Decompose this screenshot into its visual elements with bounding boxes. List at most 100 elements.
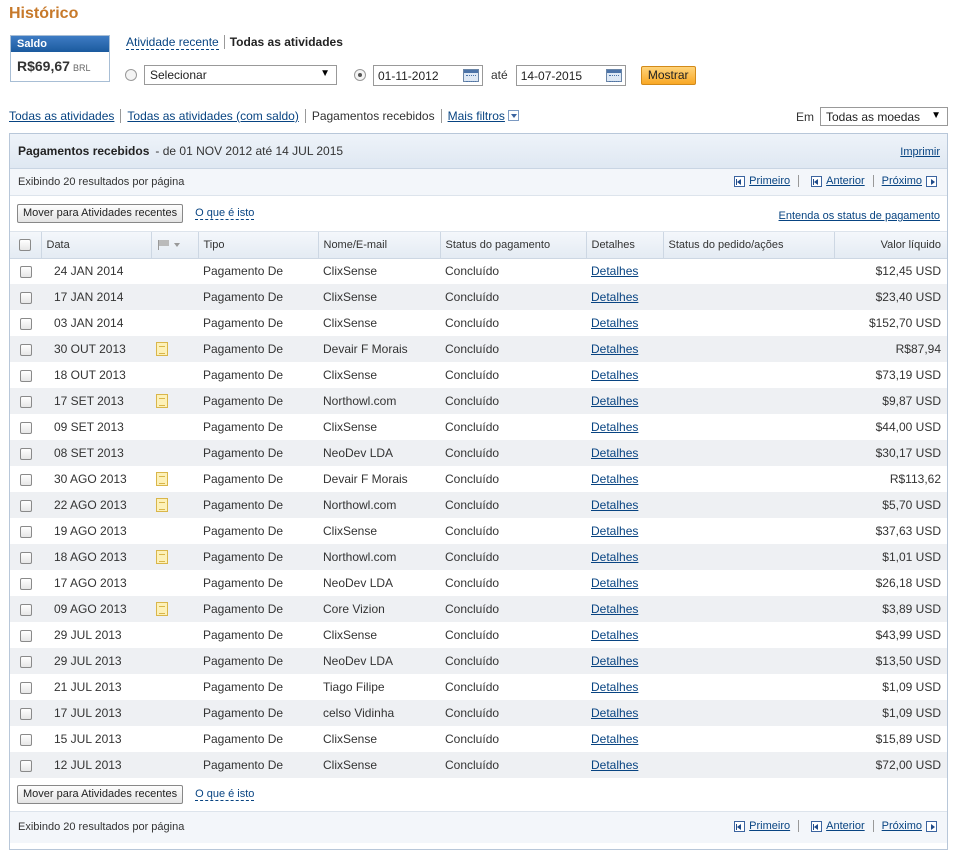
row-note-cell <box>151 258 198 284</box>
row-details-link[interactable]: Detalhes <box>591 550 638 564</box>
calendar-icon[interactable] <box>463 68 479 82</box>
row-checkbox[interactable] <box>19 473 32 486</box>
note-icon[interactable] <box>156 550 168 565</box>
row-details-link[interactable]: Detalhes <box>591 290 638 304</box>
row-checkbox[interactable] <box>19 291 32 304</box>
row-date: 09 AGO 2013 <box>54 602 127 616</box>
row-details-link[interactable]: Detalhes <box>591 472 638 486</box>
col-type[interactable]: Tipo <box>198 232 319 259</box>
row-checkbox[interactable] <box>19 317 32 330</box>
prev-page-link[interactable]: Anterior <box>826 175 865 187</box>
what-is-this-link[interactable]: O que é isto <box>195 788 255 801</box>
row-details-link[interactable]: Detalhes <box>591 394 638 408</box>
row-checkbox[interactable] <box>19 499 32 512</box>
row-net-value: $12,45 USD <box>875 264 941 279</box>
row-order-status <box>663 284 834 310</box>
note-icon[interactable] <box>156 602 168 617</box>
row-checkbox[interactable] <box>19 629 32 642</box>
row-details-link[interactable]: Detalhes <box>591 342 638 356</box>
payment-status-help-link[interactable]: Entenda os status de pagamento <box>779 210 940 222</box>
row-details-link[interactable]: Detalhes <box>591 680 638 694</box>
pager-separator <box>872 820 874 832</box>
row-details-link[interactable]: Detalhes <box>591 368 638 382</box>
period-select[interactable]: Selecionar ▼ <box>144 65 337 85</box>
actions-bar-bottom: Mover para Atividades recentes O que é i… <box>10 778 947 812</box>
row-details-link[interactable]: Detalhes <box>591 446 638 460</box>
col-date[interactable]: Data <box>41 232 152 259</box>
note-icon[interactable] <box>156 342 168 357</box>
first-page-link[interactable]: Primeiro <box>749 175 790 187</box>
row-checkbox[interactable] <box>19 266 32 279</box>
select-radio[interactable] <box>125 69 137 81</box>
row-details-link[interactable]: Detalhes <box>591 758 638 772</box>
show-button[interactable]: Mostrar <box>640 65 696 85</box>
select-all-checkbox[interactable] <box>19 238 32 251</box>
row-date: 18 AGO 2013 <box>54 550 127 564</box>
prev-page-icon[interactable] <box>811 820 823 832</box>
first-page-icon[interactable] <box>734 175 746 187</box>
row-net-value: $23,40 USD <box>875 290 941 304</box>
col-flag[interactable] <box>151 232 199 259</box>
row-checkbox[interactable] <box>19 421 32 434</box>
prev-page-icon[interactable] <box>811 175 823 187</box>
row-checkbox[interactable] <box>19 343 32 356</box>
date-from-input[interactable]: 01-11-2012 <box>373 64 483 86</box>
row-checkbox[interactable] <box>19 447 32 460</box>
panel-title: Pagamentos recebidos <box>18 144 150 158</box>
table-row: 17 AGO 2013 Pagamento De NeoDev LDA Concluí… <box>10 570 947 596</box>
next-page-link[interactable]: Próximo <box>882 175 922 187</box>
next-page-icon[interactable] <box>926 820 937 832</box>
first-page-icon[interactable] <box>734 820 746 832</box>
row-details-link[interactable]: Detalhes <box>591 316 638 330</box>
results-count: Exibindo 20 resultados por página <box>18 176 185 188</box>
row-checkbox[interactable] <box>19 395 32 408</box>
date-range-radio[interactable] <box>354 69 366 81</box>
col-payment-status[interactable]: Status do pagamento <box>440 232 587 259</box>
row-details-link[interactable]: Detalhes <box>591 628 638 642</box>
row-details-link[interactable]: Detalhes <box>591 420 638 434</box>
row-net-value: $43,99 USD <box>875 628 941 642</box>
col-net-value[interactable]: Valor líquido <box>834 232 947 259</box>
row-checkbox[interactable] <box>19 577 32 590</box>
note-icon[interactable] <box>156 394 168 409</box>
prev-page-link[interactable]: Anterior <box>826 820 865 832</box>
row-net-value: $152,70 USD <box>868 316 941 330</box>
row-checkbox[interactable] <box>19 603 32 616</box>
row-checkbox[interactable] <box>19 525 32 538</box>
filter-all-link[interactable]: Todas as atividades <box>9 109 114 123</box>
print-link[interactable]: Imprimir <box>900 146 940 158</box>
row-details-link[interactable]: Detalhes <box>591 654 638 668</box>
row-details-link[interactable]: Detalhes <box>591 524 638 538</box>
next-page-link[interactable]: Próximo <box>882 820 922 832</box>
row-details-link[interactable]: Detalhes <box>591 706 638 720</box>
row-details-link[interactable]: Detalhes <box>591 576 638 590</box>
currency-select[interactable]: Todas as moedas ▼ <box>820 107 948 126</box>
col-name[interactable]: Nome/E-mail <box>318 232 441 259</box>
row-checkbox[interactable] <box>19 369 32 382</box>
date-to-input[interactable]: 14-07-2015 <box>515 64 626 86</box>
row-checkbox[interactable] <box>19 707 32 720</box>
row-checkbox[interactable] <box>19 655 32 668</box>
recent-activity-link[interactable]: Atividade recente <box>126 35 219 50</box>
move-to-recent-button[interactable]: Mover para Atividades recentes <box>17 785 184 804</box>
more-filters-link[interactable]: Mais filtros <box>448 109 505 123</box>
row-checkbox[interactable] <box>19 681 32 694</box>
dropdown-arrow-icon[interactable] <box>507 110 519 121</box>
row-details-link[interactable]: Detalhes <box>591 264 638 278</box>
row-checkbox[interactable] <box>19 551 32 564</box>
row-details-link[interactable]: Detalhes <box>591 602 638 616</box>
row-details-link[interactable]: Detalhes <box>591 498 638 512</box>
what-is-this-link[interactable]: O que é isto <box>195 207 255 220</box>
row-details-cell: Detalhes <box>586 596 663 622</box>
row-checkbox[interactable] <box>19 733 32 746</box>
move-to-recent-button[interactable]: Mover para Atividades recentes <box>17 204 184 223</box>
row-details-link[interactable]: Detalhes <box>591 732 638 746</box>
note-icon[interactable] <box>156 472 168 487</box>
row-checkbox[interactable] <box>19 759 32 772</box>
first-page-link[interactable]: Primeiro <box>749 820 790 832</box>
row-date: 30 AGO 2013 <box>54 472 127 486</box>
calendar-icon[interactable] <box>605 68 622 82</box>
note-icon[interactable] <box>156 498 168 513</box>
filter-all-balance-link[interactable]: Todas as atividades (com saldo) <box>127 109 298 123</box>
next-page-icon[interactable] <box>926 175 937 187</box>
